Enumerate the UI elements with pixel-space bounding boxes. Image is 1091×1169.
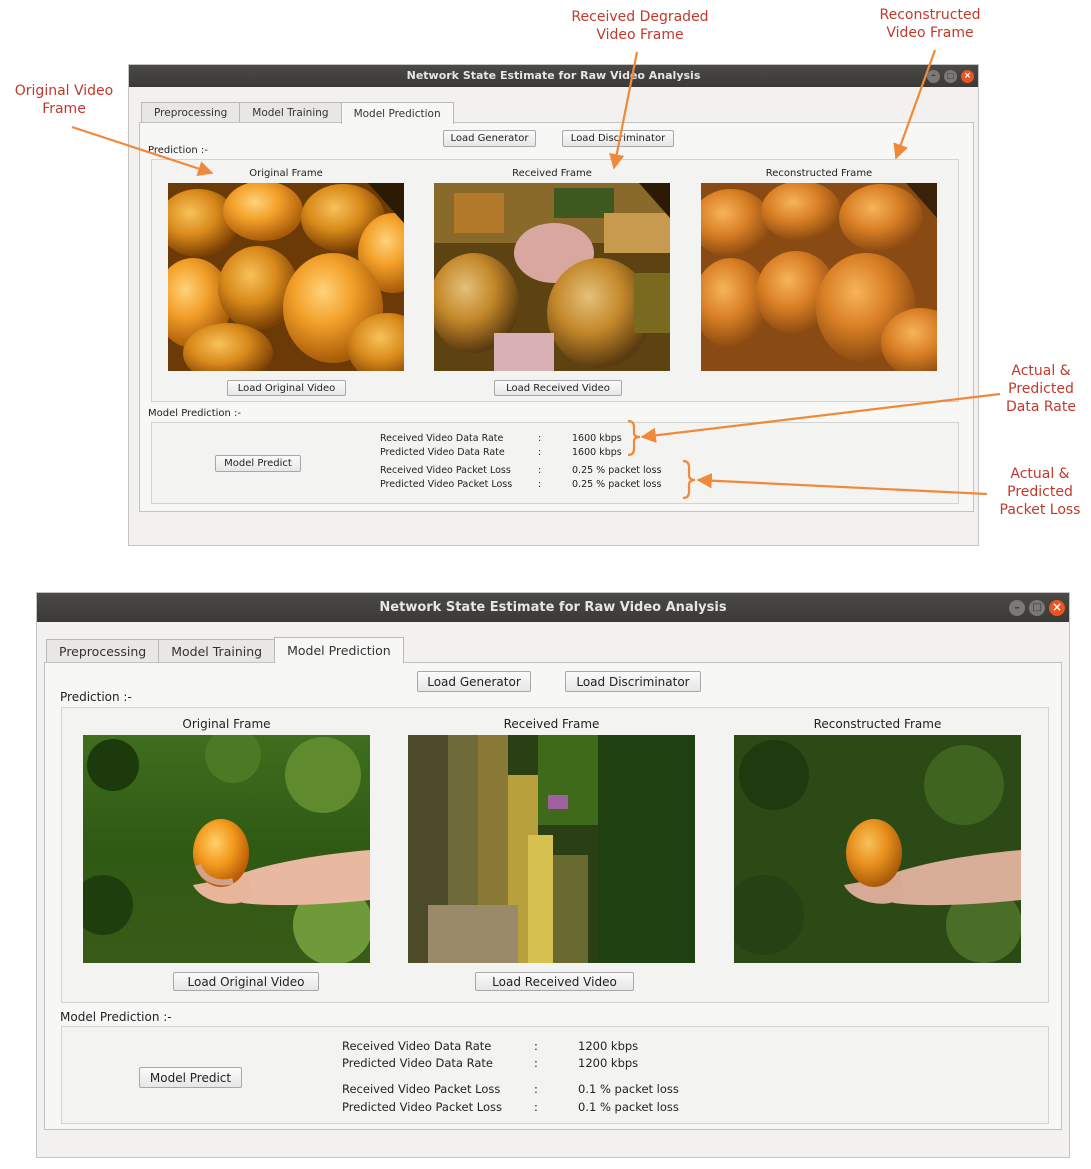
- maximize-icon[interactable]: □: [1029, 599, 1045, 616]
- prediction-label: Prediction :-: [60, 690, 132, 704]
- model-prediction-label: Model Prediction :-: [60, 1010, 172, 1024]
- received-frame-image: [408, 735, 695, 963]
- metric-separator: :: [534, 1039, 538, 1053]
- data-rate-predicted-value: 1200 kbps: [578, 1056, 639, 1070]
- metric-label: Received Video Data Rate: [342, 1039, 492, 1053]
- metric-label: Predicted Video Data Rate: [342, 1056, 493, 1070]
- close-icon[interactable]: ×: [1049, 599, 1065, 616]
- received-frame-caption: Received Frame: [503, 717, 600, 731]
- load-original-video-button[interactable]: Load Original Video: [173, 972, 319, 991]
- packet-loss-predicted-value: 0.1 % packet loss: [578, 1100, 679, 1114]
- metric-label: Predicted Video Packet Loss: [342, 1100, 503, 1114]
- metric-separator: :: [534, 1056, 538, 1070]
- tab-model-prediction[interactable]: Model Prediction: [340, 102, 454, 124]
- tab-bar: Preprocessing Model Training Model Predi…: [46, 637, 404, 663]
- window-title: Network State Estimate for Raw Video Ana…: [379, 600, 727, 615]
- degraded-hand-orange-image: [408, 735, 695, 963]
- model-predict-button[interactable]: Model Predict: [139, 1067, 242, 1088]
- title-bar: Network State Estimate for Raw Video Ana…: [37, 593, 1069, 622]
- reconstructed-frame-caption: Reconstructed Frame: [813, 717, 942, 731]
- prediction-group: Original Frame Received Frame Reconstruc…: [61, 707, 1049, 1003]
- tab-model-training[interactable]: Model Training: [158, 639, 276, 663]
- load-discriminator-button[interactable]: Load Discriminator: [565, 671, 701, 692]
- metric-separator: :: [534, 1100, 538, 1114]
- window-controls: – □ ×: [1005, 593, 1065, 622]
- packet-loss-received-value: 0.1 % packet loss: [578, 1082, 679, 1096]
- reconstructed-hand-orange-image: [734, 735, 1021, 963]
- model-prediction-group: Model Predict Received Video Data Rate :…: [61, 1026, 1049, 1124]
- tab-preprocessing[interactable]: Preprocessing: [46, 639, 160, 663]
- minimize-icon[interactable]: –: [1009, 599, 1025, 616]
- metric-separator: :: [534, 1082, 538, 1096]
- reconstructed-frame-image: [734, 735, 1021, 963]
- hand-orange-image: [83, 735, 370, 963]
- load-received-video-button[interactable]: Load Received Video: [475, 972, 634, 991]
- original-frame-image: [83, 735, 370, 963]
- original-frame-caption: Original Frame: [182, 717, 271, 731]
- metric-label: Received Video Packet Loss: [342, 1082, 501, 1096]
- load-generator-button[interactable]: Load Generator: [417, 671, 531, 692]
- app-window-bottom: Network State Estimate for Raw Video Ana…: [36, 592, 1070, 1158]
- tab-model-prediction[interactable]: Model Prediction: [274, 637, 404, 663]
- data-rate-received-value: 1200 kbps: [578, 1039, 639, 1053]
- tab-panel: Load Generator Load Discriminator Predic…: [44, 662, 1062, 1130]
- annotation-arrows: [71, 49, 1001, 500]
